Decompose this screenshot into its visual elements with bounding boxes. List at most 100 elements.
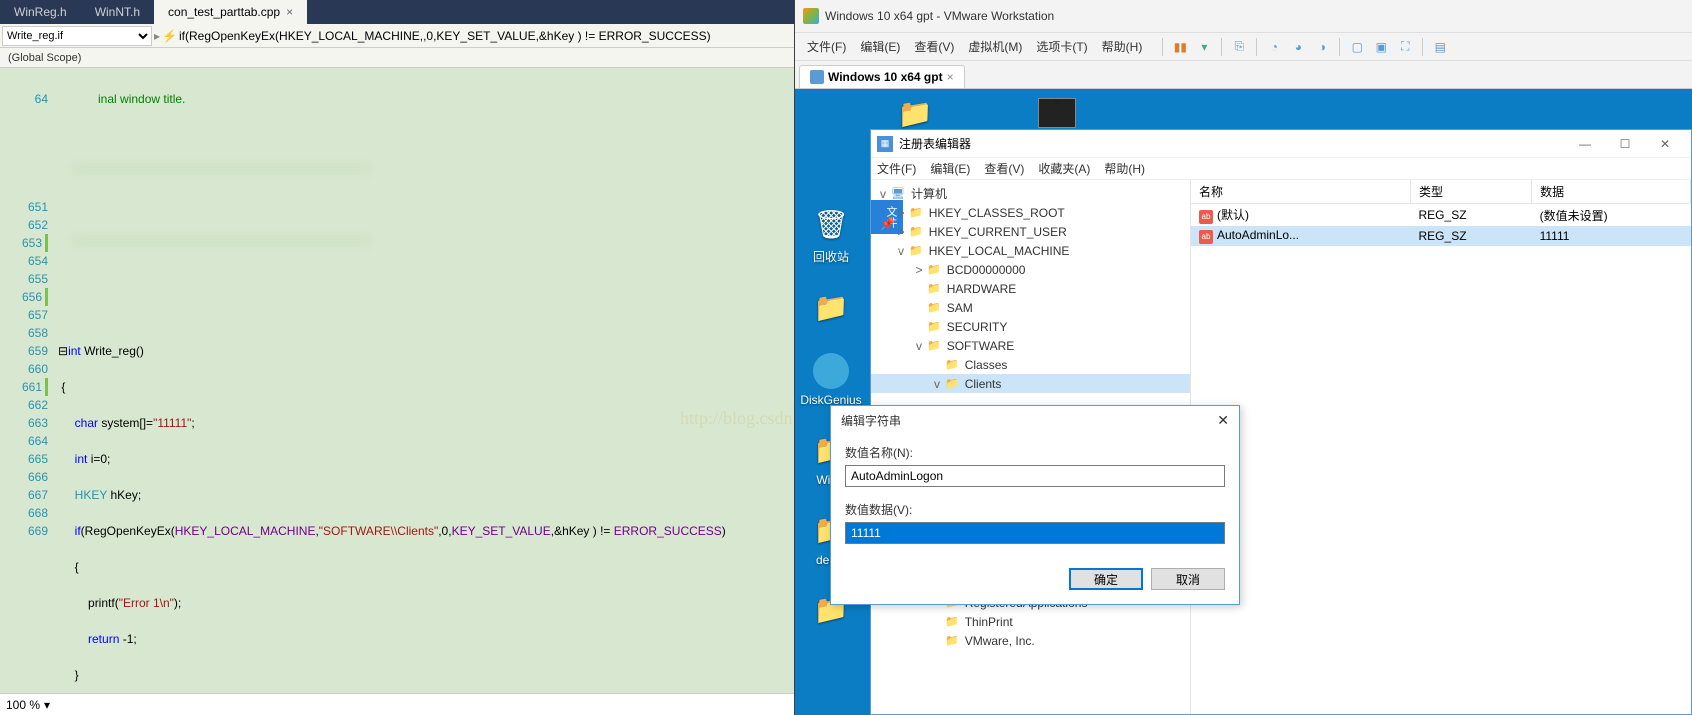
col-data[interactable]: 数据 [1532, 180, 1691, 204]
expand-icon[interactable]: > [895, 206, 907, 220]
expand-icon[interactable]: v [931, 377, 943, 391]
folder-icon[interactable] [799, 287, 863, 331]
close-icon[interactable]: × [286, 5, 293, 19]
vs-tab-winreg[interactable]: WinReg.h [0, 0, 81, 24]
tree-node[interactable]: 📁 VMware, Inc. [871, 631, 1190, 650]
dialog-title-bar[interactable]: 编辑字符串 ✕ [831, 406, 1239, 434]
tree-label: SECURITY [947, 320, 1008, 334]
vs-tab-contest[interactable]: con_test_parttab.cpp × [154, 0, 307, 24]
tree-node[interactable]: >📁HKEY_CLASSES_ROOT [871, 203, 1190, 222]
computer-icon: 🖥 [891, 187, 905, 200]
folder-icon: 📁 [945, 634, 959, 647]
vm-desktop[interactable]: 回收站 DiskGenius WinH demo 📌 固定到 速访 ▦ 注册表编… [795, 89, 1692, 715]
tree-node[interactable]: v🖥 计算机 [871, 184, 1190, 203]
vs-code-area[interactable]: inal window title. ⊟int Write_reg() { ch… [54, 68, 794, 693]
col-type[interactable]: 类型 [1411, 180, 1532, 204]
close-icon[interactable]: ✕ [1645, 137, 1685, 151]
folder-icon: 📁 [945, 615, 959, 628]
tree-node[interactable]: 📁HARDWARE [871, 279, 1190, 298]
tree-node[interactable]: 📁ThinPrint [871, 612, 1190, 631]
regedit-title-bar[interactable]: ▦ 注册表编辑器 — ☐ ✕ [871, 130, 1691, 158]
snapshot3-icon[interactable]: ◑ [1311, 36, 1333, 58]
dropdown-icon[interactable]: ▾ [1193, 36, 1215, 58]
regedit-menu-fav[interactable]: 收藏夹(A) [1038, 160, 1090, 177]
menu-view[interactable]: 查看(V) [908, 38, 960, 55]
tree-node[interactable]: v📁HKEY_LOCAL_MACHINE [871, 241, 1190, 260]
value-name-label: 数值名称(N): [845, 444, 1225, 461]
expand-icon[interactable]: > [913, 263, 925, 277]
regedit-menu-edit[interactable]: 编辑(E) [930, 160, 970, 177]
ok-button[interactable]: 确定 [1069, 568, 1143, 590]
tree-node[interactable]: 📁 Classes [871, 355, 1190, 374]
vs-status-bar: 100 % ▾ [0, 693, 794, 715]
edit-string-dialog: 编辑字符串 ✕ 数值名称(N): 数值数据(V): 确定 取消 [830, 405, 1240, 605]
recycle-bin[interactable]: 回收站 [799, 204, 863, 265]
menu-file[interactable]: 文件(F) [801, 38, 852, 55]
close-icon[interactable]: × [947, 70, 954, 84]
maximize-icon[interactable]: ☐ [1605, 137, 1645, 151]
table-row[interactable]: ab(默认)REG_SZ(数值未设置) [1191, 204, 1691, 227]
regedit-list[interactable]: 名称 类型 数据 ab(默认)REG_SZ(数值未设置)abAutoAdminL… [1191, 180, 1691, 714]
tree-node[interactable]: >📁BCD00000000 [871, 260, 1190, 279]
folder-icon: 📁 [909, 225, 923, 238]
expand-icon[interactable]: v [913, 339, 925, 353]
vm-tab[interactable]: Windows 10 x64 gpt × [799, 65, 965, 88]
vs-global-scope[interactable]: (Global Scope) [0, 48, 794, 68]
regedit-title: 注册表编辑器 [899, 135, 971, 152]
back-icon[interactable]: ← [949, 333, 961, 347]
dialog-title: 编辑字符串 [841, 412, 901, 429]
vmware-title: Windows 10 x64 gpt - VMware Workstation [825, 9, 1054, 23]
vs-tabs: WinReg.h WinNT.h con_test_parttab.cpp × [0, 0, 794, 24]
tree-label: HARDWARE [947, 282, 1017, 296]
tree-node[interactable]: v📁SOFTWARE [871, 336, 1190, 355]
chevron-down-icon[interactable]: ▾ [44, 698, 50, 712]
snapshot2-icon[interactable]: ◕ [1287, 36, 1309, 58]
pin-icon[interactable]: 📌 [880, 217, 895, 231]
fullscreen-icon[interactable]: ▢ [1346, 36, 1368, 58]
tree-node[interactable]: >📁HKEY_CURRENT_USER [871, 222, 1190, 241]
unity-icon[interactable]: ▣ [1370, 36, 1392, 58]
col-name[interactable]: 名称 [1191, 180, 1411, 204]
vm-tab-label: Windows 10 x64 gpt [828, 70, 943, 84]
vs-zoom[interactable]: 100 % [6, 698, 40, 712]
forward-icon[interactable]: → [971, 333, 983, 347]
menu-help[interactable]: 帮助(H) [1096, 38, 1149, 55]
value-data-input[interactable] [845, 522, 1225, 544]
close-icon[interactable]: ✕ [1217, 412, 1229, 429]
menu-vm[interactable]: 虚拟机(M) [962, 38, 1028, 55]
send-icon[interactable]: ⎘ [1228, 36, 1250, 58]
pause-icon[interactable]: ▮▮ [1169, 36, 1191, 58]
vs-scope-dropdown[interactable]: Write_reg.if [2, 26, 152, 46]
string-value-icon: ab [1199, 210, 1213, 224]
display-icon[interactable]: ⛶ [1394, 36, 1416, 58]
vs-tab-label: con_test_parttab.cpp [168, 5, 280, 19]
string-value-icon: ab [1199, 230, 1213, 244]
tree-label: HKEY_LOCAL_MACHINE [929, 244, 1070, 258]
regedit-menu-file[interactable]: 文件(F) [877, 160, 916, 177]
folder-icon: 📁 [945, 358, 959, 371]
pin-label: 固定到 速访 [871, 237, 905, 288]
regedit-icon: ▦ [877, 136, 893, 152]
vs-tab-winnt[interactable]: WinNT.h [81, 0, 154, 24]
tree-node[interactable]: v📁Clients [871, 374, 1190, 393]
regedit-menu-view[interactable]: 查看(V) [984, 160, 1024, 177]
vs-breadcrumb[interactable]: if(RegOpenKeyEx(HKEY_LOCAL_MACHINE,,0,KE… [179, 29, 792, 43]
regedit-menu-help[interactable]: 帮助(H) [1104, 160, 1145, 177]
tree-label: Classes [965, 358, 1008, 372]
vs-editor[interactable]: 64 651652653654655 656657658659660 66166… [0, 68, 794, 693]
tree-node[interactable]: 📁SAM [871, 298, 1190, 317]
chevron-right-icon: ▸ [154, 29, 160, 43]
menu-tabs[interactable]: 选项卡(T) [1030, 38, 1093, 55]
diskgenius-icon[interactable]: DiskGenius [799, 353, 863, 407]
minimize-icon[interactable]: — [1565, 137, 1605, 151]
tree-node[interactable]: 📁SECURITY [871, 317, 1190, 336]
snapshot-icon[interactable]: ◔ [1263, 36, 1285, 58]
value-name-input[interactable] [845, 465, 1225, 487]
library-icon[interactable]: ▤ [1429, 36, 1451, 58]
menu-edit[interactable]: 编辑(E) [854, 38, 906, 55]
table-row[interactable]: abAutoAdminLo...REG_SZ11111 [1191, 226, 1691, 246]
cancel-button[interactable]: 取消 [1151, 568, 1225, 590]
tree-label: VMware, Inc. [965, 634, 1035, 648]
expand-icon[interactable]: v [877, 187, 889, 201]
tree-label: 计算机 [911, 185, 947, 202]
